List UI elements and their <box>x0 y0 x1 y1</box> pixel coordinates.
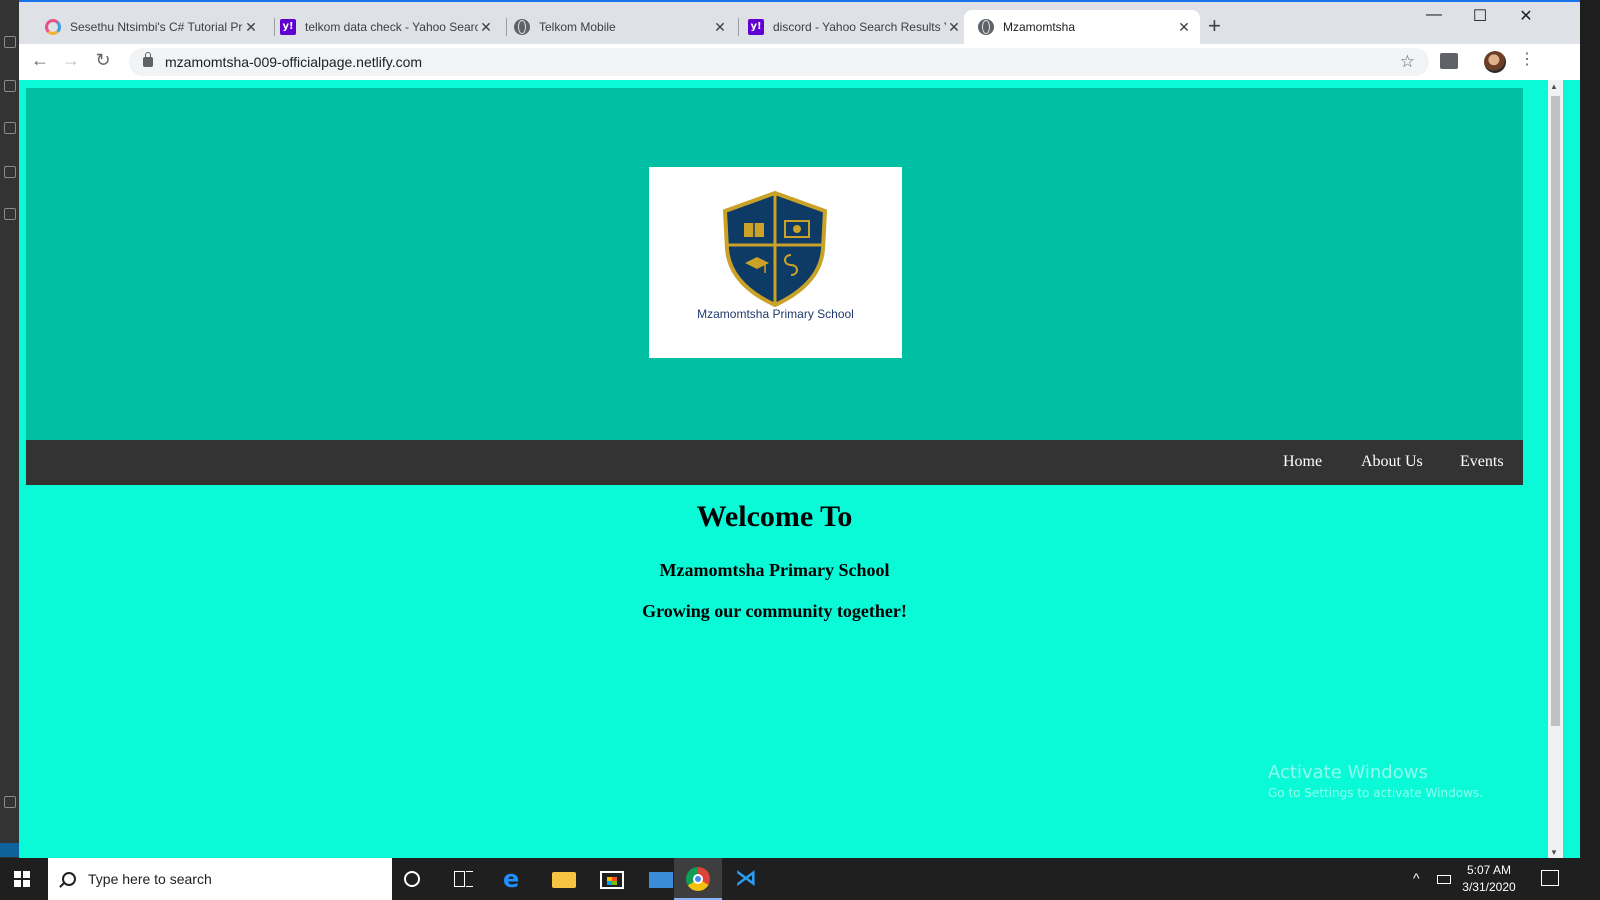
taskbar-search[interactable]: Type here to search <box>48 858 392 900</box>
tab-telkom-data-check[interactable]: y! telkom data check - Yahoo Search ✕ <box>266 10 502 44</box>
logo-caption: Mzamomtsha Primary School <box>697 307 854 321</box>
scroll-up-arrow[interactable]: ▲ <box>1550 82 1558 91</box>
watermark-subtitle: Go to Settings to activate Windows. <box>1268 786 1483 800</box>
school-name: Mzamomtsha Primary School <box>659 560 890 580</box>
chevron-up-icon[interactable]: ^ <box>1413 870 1420 886</box>
edge-icon[interactable]: e <box>503 867 527 891</box>
extensions-icon[interactable] <box>4 208 16 220</box>
windows-taskbar: Type here to search e ⋊ ^ 5:07 AM 3/31/2… <box>0 858 1600 900</box>
search-icon <box>62 872 76 886</box>
globe-icon <box>514 19 530 35</box>
tab-telkom-mobile[interactable]: Telkom Mobile ✕ <box>500 10 736 44</box>
task-view-icon[interactable] <box>452 867 476 891</box>
new-tab-button[interactable]: + <box>1208 15 1221 37</box>
tab-discord-search[interactable]: y! discord - Yahoo Search Results Ya ✕ <box>734 10 970 44</box>
close-icon[interactable]: ✕ <box>478 19 494 36</box>
address-bar[interactable]: mzamomtsha-009-officialpage.netlify.com … <box>129 48 1429 76</box>
source-control-icon[interactable] <box>4 122 16 134</box>
close-window-button[interactable]: ✕ <box>1503 6 1549 26</box>
status-bar-remote[interactable] <box>0 843 19 857</box>
vscode-icon[interactable]: ⋊ <box>735 867 759 891</box>
welcome-section: Welcome To Mzamomtsha Primary School Gro… <box>26 500 1523 642</box>
tab-title: discord - Yahoo Search Results Ya <box>773 20 946 34</box>
page-viewport: Mzamomtsha Primary School Home About Us … <box>19 80 1580 860</box>
scroll-down-arrow[interactable]: ▼ <box>1550 848 1558 857</box>
clock-time: 5:07 AM <box>1466 863 1512 877</box>
battery-icon[interactable] <box>1437 875 1451 884</box>
nav-home-link[interactable]: Home <box>1283 453 1322 471</box>
yahoo-icon: y! <box>748 19 764 35</box>
maximize-button[interactable]: ☐ <box>1457 6 1503 26</box>
minimize-button[interactable]: — <box>1411 6 1457 24</box>
school-slogan: Growing our community together! <box>642 601 907 621</box>
star-icon[interactable]: ☆ <box>1400 52 1415 72</box>
tab-csharp-tutorial[interactable]: Sesethu Ntsimbi's C# Tutorial Pro ✕ <box>31 10 267 44</box>
extension-icon[interactable] <box>1440 53 1458 69</box>
mail-icon[interactable] <box>649 872 673 888</box>
notification-icon[interactable] <box>1541 870 1559 886</box>
close-icon[interactable]: ✕ <box>243 19 259 36</box>
tab-title: Sesethu Ntsimbi's C# Tutorial Pro <box>70 20 243 34</box>
school-logo: Mzamomtsha Primary School <box>649 167 902 358</box>
tab-title: telkom data check - Yahoo Search <box>305 20 478 34</box>
close-icon[interactable]: ✕ <box>946 19 962 36</box>
avatar[interactable] <box>1484 51 1506 73</box>
cortana-icon[interactable] <box>404 871 420 887</box>
address-text[interactable]: mzamomtsha-009-officialpage.netlify.com <box>165 54 422 70</box>
search-placeholder: Type here to search <box>88 871 212 887</box>
debug-icon[interactable] <box>4 166 16 178</box>
close-icon[interactable]: ✕ <box>712 19 728 36</box>
clock-date: 3/31/2020 <box>1462 880 1516 894</box>
site-navbar: Home About Us Events <box>26 440 1523 485</box>
lock-icon[interactable] <box>143 52 153 67</box>
tab-strip: Sesethu Ntsimbi's C# Tutorial Pro ✕ y! t… <box>19 2 1580 44</box>
tab-mzamomtsha[interactable]: Mzamomtsha ✕ <box>964 10 1200 44</box>
yahoo-icon: y! <box>280 19 296 35</box>
store-icon[interactable] <box>600 871 624 889</box>
browser-menu-button[interactable]: ⋮ <box>1519 49 1535 69</box>
scroll-thumb[interactable] <box>1551 96 1560 726</box>
browser-window: Sesethu Ntsimbi's C# Tutorial Pro ✕ y! t… <box>19 0 1580 860</box>
nav-events-link[interactable]: Events <box>1460 453 1504 471</box>
site-ring-icon <box>45 19 61 35</box>
hero-banner: Mzamomtsha Primary School <box>26 88 1523 440</box>
shield-icon <box>722 191 828 307</box>
reload-button[interactable]: ↻ <box>91 50 115 71</box>
close-icon[interactable]: ✕ <box>1176 19 1192 36</box>
background-window-edge <box>1580 0 1600 858</box>
file-explorer-icon[interactable] <box>552 872 576 888</box>
page-scrollbar[interactable]: ▲ ▼ <box>1548 80 1563 860</box>
back-button[interactable]: ← <box>28 50 52 71</box>
windows-start-icon[interactable] <box>14 871 30 887</box>
explorer-icon[interactable] <box>4 36 16 48</box>
watermark-title: Activate Windows <box>1268 762 1428 783</box>
gear-icon[interactable] <box>4 796 16 808</box>
editor-activity-bar <box>0 0 19 858</box>
taskbar-clock[interactable]: 5:07 AM 3/31/2020 <box>1453 862 1525 896</box>
activate-windows-watermark: Activate Windows Go to Settings to activ… <box>1268 762 1483 800</box>
tab-title: Mzamomtsha <box>1003 20 1076 34</box>
tab-title: Telkom Mobile <box>539 20 616 34</box>
search-icon[interactable] <box>4 80 16 92</box>
forward-button[interactable]: → <box>59 50 83 71</box>
chrome-icon[interactable] <box>686 867 710 891</box>
browser-toolbar: ← → ↻ mzamomtsha-009-officialpage.netlif… <box>19 44 1580 80</box>
nav-about-link[interactable]: About Us <box>1361 453 1423 471</box>
welcome-heading: Welcome To <box>696 500 853 533</box>
globe-icon <box>978 19 994 35</box>
